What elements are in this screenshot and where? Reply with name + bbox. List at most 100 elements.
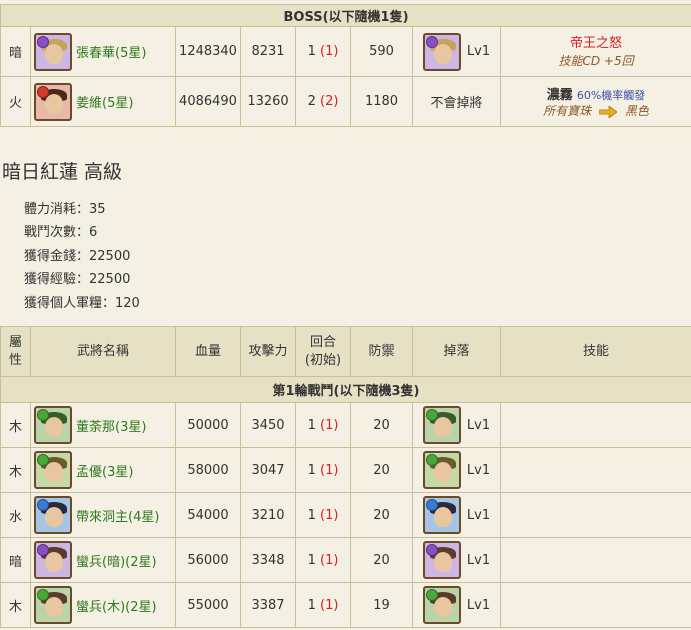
dark-orb-icon — [37, 35, 49, 48]
skill-cell — [500, 537, 691, 583]
general-avatar-link[interactable] — [34, 406, 72, 444]
wood-orb-icon — [425, 589, 438, 601]
general-avatar-link[interactable] — [34, 541, 72, 579]
enemy-table: 屬 性 武將名稱 血量 攻擊力 回合 (初始) 防禦 掉落 技能 第1輪戰鬥(以… — [0, 326, 691, 628]
col-name: 武將名稱 — [30, 326, 176, 377]
table-row: 暗 蠻兵(暗)(2星) 56000 3348 1 (1) 20 Lv1 — [0, 537, 691, 583]
drop-cell: Lv1 — [412, 582, 501, 628]
stat-battles: 戰鬥次數：6 — [24, 225, 98, 241]
atk-cell: 13260 — [240, 76, 296, 127]
table-row: 水 帶來洞主(4星) 54000 3210 1 (1) 20 Lv1 — [0, 492, 691, 538]
stat-rations: 獲得個人軍糧：120 — [24, 295, 140, 311]
hp-cell: 55000 — [175, 582, 241, 628]
col-round: 回合 (初始) — [295, 326, 351, 377]
drop-cell: Lv1 — [412, 537, 501, 583]
dark-orb-icon — [37, 544, 49, 556]
general-name-link[interactable]: 張春華(5星) — [76, 42, 146, 61]
drop-avatar-link[interactable] — [422, 451, 461, 489]
general-name-link[interactable]: 姜維(5星) — [76, 92, 133, 111]
arrow-right-icon — [599, 105, 618, 118]
skill-from: 所有寶珠 — [543, 104, 592, 118]
wave-caption: 第1輪戰鬥(以下隨機3隻) — [0, 376, 691, 403]
round-cell: 1 (1) — [295, 447, 351, 493]
skill-name: 濃霧 — [546, 88, 573, 103]
drop-avatar-link[interactable] — [422, 32, 461, 71]
wood-orb-icon — [425, 454, 438, 466]
general-avatar-link[interactable] — [34, 451, 72, 489]
general-avatar-link[interactable] — [34, 586, 72, 624]
attr-cell: 木 — [0, 402, 31, 448]
boss-caption: BOSS(以下隨機1隻) — [0, 4, 691, 27]
general-name-link[interactable]: 蠻兵(暗)(2星) — [76, 551, 157, 570]
hp-cell: 1248340 — [175, 26, 241, 77]
def-cell: 19 — [350, 582, 413, 628]
col-def: 防禦 — [350, 326, 413, 377]
round-cell: 1 (1) — [295, 537, 351, 583]
drop-avatar-link[interactable] — [422, 586, 461, 624]
col-atk: 攻擊力 — [240, 326, 296, 377]
water-orb-icon — [37, 499, 49, 511]
hp-cell: 50000 — [175, 402, 241, 448]
dark-orb-icon — [425, 35, 438, 48]
atk-cell: 3450 — [240, 402, 296, 448]
def-cell: 1180 — [350, 76, 413, 127]
general-avatar-link[interactable] — [34, 82, 72, 121]
round-cell: 1 (1) — [295, 492, 351, 538]
general-name-link[interactable]: 孟優(3星) — [76, 461, 133, 480]
atk-cell: 8231 — [240, 26, 296, 77]
skill-to: 黑色 — [624, 104, 649, 118]
def-cell: 590 — [350, 26, 413, 77]
skill-trigger: 60%機率觸發 — [576, 89, 646, 102]
stage-stats: 體力消耗：35 戰鬥次數：6 獲得金錢：22500 獲得經驗：22500 獲得個… — [24, 201, 140, 318]
drop-cell: Lv1 — [412, 492, 501, 538]
wood-orb-icon — [425, 409, 438, 421]
boss-row: 暗 張春華(5星) 1248340 8231 1 (1) 590 Lv1 帝王之… — [0, 26, 691, 77]
skill-cell: 帝王之怒 技能CD +5回 — [499, 26, 691, 77]
fire-orb-icon — [37, 85, 49, 98]
skill-cell — [500, 492, 691, 538]
attr-cell: 木 — [0, 582, 31, 628]
col-skill: 技能 — [500, 326, 691, 377]
def-cell: 20 — [350, 402, 413, 448]
drop-cell: Lv1 — [412, 402, 501, 448]
stat-stamina: 體力消耗：35 — [24, 202, 106, 217]
boss-table: BOSS(以下隨機1隻) 暗 張春華(5星) 1248340 8231 1 (1… — [0, 4, 691, 127]
round-cell: 1 (1) — [295, 26, 351, 77]
hp-cell: 56000 — [175, 537, 241, 583]
def-cell: 20 — [350, 537, 413, 583]
drop-avatar-link[interactable] — [422, 406, 461, 444]
general-avatar-link[interactable] — [34, 496, 72, 534]
atk-cell: 3348 — [240, 537, 296, 583]
table-row: 木 孟優(3星) 58000 3047 1 (1) 20 Lv1 — [0, 447, 691, 493]
col-attr: 屬 性 — [0, 326, 31, 377]
drop-avatar-link[interactable] — [422, 496, 461, 534]
attr-cell: 暗 — [0, 537, 31, 583]
wood-orb-icon — [37, 454, 49, 466]
stat-exp: 獲得經驗：22500 — [24, 272, 131, 288]
hp-cell: 58000 — [175, 447, 241, 493]
drop-avatar-link[interactable] — [422, 541, 461, 579]
atk-cell: 3387 — [240, 582, 296, 628]
attr-cell: 暗 — [0, 26, 31, 77]
hp-cell: 54000 — [175, 492, 241, 538]
col-drop: 掉落 — [412, 326, 501, 377]
wood-orb-icon — [37, 589, 49, 601]
attr-cell: 木 — [0, 447, 31, 493]
hp-cell: 4086490 — [175, 76, 241, 127]
table-row: 木 董荼那(3星) 50000 3450 1 (1) 20 Lv1 — [0, 402, 691, 448]
drop-cell: 不會掉將 — [412, 76, 501, 127]
round-cell: 2 (2) — [295, 76, 351, 127]
boss-row: 火 姜維(5星) 4086490 13260 2 (2) 1180 不會掉將 濃… — [0, 76, 691, 127]
skill-cell — [500, 447, 691, 493]
general-avatar-link[interactable] — [34, 32, 72, 71]
dark-orb-icon — [425, 544, 438, 556]
skill-cell — [500, 582, 691, 628]
wood-orb-icon — [37, 409, 49, 421]
stage-title: 暗日紅蓮 高級 — [2, 161, 123, 183]
round-cell: 1 (1) — [295, 582, 351, 628]
general-name-link[interactable]: 董荼那(3星) — [76, 416, 146, 435]
general-name-link[interactable]: 帶來洞主(4星) — [76, 506, 159, 525]
drop-cell: Lv1 — [412, 26, 501, 77]
general-name-link[interactable]: 蠻兵(木)(2星) — [76, 596, 157, 615]
attr-cell: 火 — [0, 76, 31, 127]
